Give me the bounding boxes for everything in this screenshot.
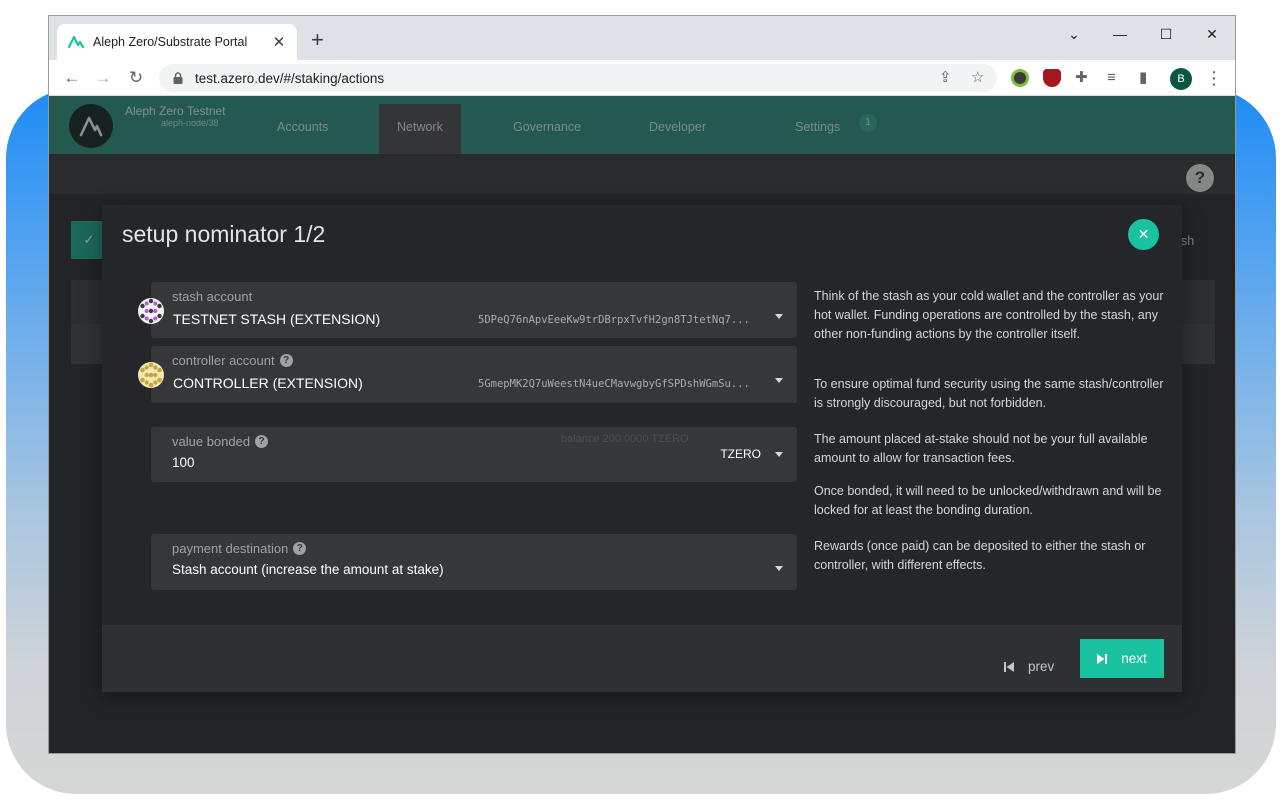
stash-account-address: 5DPeQ76nApvEeeKw9trDBrpxTvfH2gn8TJtetNq7…: [478, 314, 750, 326]
tab-title: Aleph Zero/Substrate Portal: [93, 35, 248, 49]
profile-avatar[interactable]: B: [1170, 68, 1192, 90]
chevron-down-icon: [775, 566, 783, 571]
value-bonded-label-text: value bonded: [172, 434, 251, 449]
controller-label-text: controller account: [172, 353, 275, 368]
payment-destination-label-text: payment destination: [172, 541, 289, 556]
chevron-down-icon: [775, 314, 783, 319]
next-button[interactable]: next: [1080, 639, 1164, 678]
prev-label: prev: [1028, 659, 1055, 674]
address-bar[interactable]: test.azero.dev/#/staking/actions ⇪ ☆: [159, 64, 997, 92]
unit-selector[interactable]: TZERO: [720, 447, 761, 461]
share-icon[interactable]: ⇪: [939, 68, 952, 88]
side-panel-icon[interactable]: ▮: [1139, 68, 1147, 88]
bookmark-star-icon[interactable]: ☆: [971, 68, 984, 88]
payment-destination-label: payment destination?: [172, 541, 307, 556]
new-tab-icon[interactable]: +: [311, 28, 324, 52]
payment-destination-value: Stash account (increase the amount at st…: [172, 562, 444, 577]
controller-account-select[interactable]: controller account? CONTROLLER (EXTENSIO…: [151, 346, 797, 403]
lock-icon: [173, 72, 183, 84]
modal-close-button[interactable]: ✕: [1128, 219, 1159, 250]
controller-account-address: 5GmepMK2Q7uWeestN4ueCMavwgbyGfSPDshWGmSu…: [478, 378, 750, 390]
stash-account-label: stash account: [172, 289, 253, 304]
aleph-zero-logo-icon: [67, 35, 85, 49]
tab-close-icon[interactable]: ✕: [271, 33, 287, 51]
browser-tab[interactable]: Aleph Zero/Substrate Portal ✕: [57, 24, 297, 60]
tab-bar: Aleph Zero/Substrate Portal ✕ + ⌄ — ☐ ✕: [49, 16, 1235, 60]
value-bonded-label: value bonded?: [172, 434, 269, 449]
help-question-icon[interactable]: ?: [279, 354, 293, 367]
modal-footer: prev next: [102, 625, 1182, 692]
browser-menu-icon[interactable]: ⋮: [1205, 67, 1223, 89]
controller-identicon-icon: [138, 362, 164, 388]
modal-title: setup nominator 1/2: [122, 221, 326, 247]
help-question-icon[interactable]: ?: [255, 435, 269, 448]
help-question-icon[interactable]: ?: [293, 542, 307, 555]
setup-nominator-modal: setup nominator 1/2 ✕ stash account TEST…: [102, 205, 1182, 692]
reload-icon[interactable]: ↻: [125, 67, 147, 89]
ublock-icon[interactable]: [1043, 69, 1061, 87]
help-text-rewards: Rewards (once paid) can be deposited to …: [814, 539, 1146, 572]
tab-search-chevron-icon[interactable]: ⌄: [1051, 24, 1097, 44]
browser-toolbar: ← → ↻ test.azero.dev/#/staking/actions ⇪…: [49, 60, 1235, 96]
forward-icon[interactable]: →: [92, 67, 114, 89]
value-bonded-input[interactable]: value bonded? balance 200.0000 TZERO 100…: [151, 427, 797, 482]
payment-destination-select[interactable]: payment destination? Stash account (incr…: [151, 534, 797, 590]
controller-account-name: CONTROLLER (EXTENSION): [173, 375, 363, 391]
reading-list-icon[interactable]: ≡: [1107, 68, 1116, 88]
stash-account-select[interactable]: stash account TESTNET STASH (EXTENSION) …: [151, 282, 797, 338]
prev-button[interactable]: prev: [1004, 659, 1054, 674]
chevron-down-icon: [775, 378, 783, 383]
value-bonded-amount[interactable]: 100: [172, 455, 195, 470]
chevron-down-icon: [775, 452, 783, 457]
extensions-puzzle-icon[interactable]: ✚: [1075, 68, 1088, 88]
stash-identicon-icon: [138, 298, 164, 324]
maximize-icon[interactable]: ☐: [1143, 24, 1189, 44]
skip-back-icon: [1004, 661, 1014, 672]
stash-account-name: TESTNET STASH (EXTENSION): [173, 311, 381, 327]
balance-text: balance 200.0000 TZERO: [561, 433, 689, 445]
help-text-unlock: Once bonded, it will need to be unlocked…: [814, 484, 1162, 517]
skip-forward-icon: [1097, 653, 1108, 664]
back-icon[interactable]: ←: [61, 67, 83, 89]
minimize-icon[interactable]: —: [1097, 24, 1143, 44]
url-text: test.azero.dev/#/staking/actions: [195, 70, 385, 86]
window-close-icon[interactable]: ✕: [1189, 24, 1235, 44]
extension-lock-icon[interactable]: [1011, 69, 1029, 87]
next-label: next: [1121, 651, 1147, 666]
help-text-stash: Think of the stash as your cold wallet a…: [814, 289, 1164, 341]
help-text-security: To ensure optimal fund security using th…: [814, 377, 1164, 410]
help-text-amount: The amount placed at-stake should not be…: [814, 432, 1148, 465]
portal-page: Aleph Zero Testnet aleph-node/38 Account…: [49, 96, 1235, 753]
controller-account-label: controller account?: [172, 353, 293, 368]
browser-window: Aleph Zero/Substrate Portal ✕ + ⌄ — ☐ ✕ …: [48, 15, 1236, 754]
